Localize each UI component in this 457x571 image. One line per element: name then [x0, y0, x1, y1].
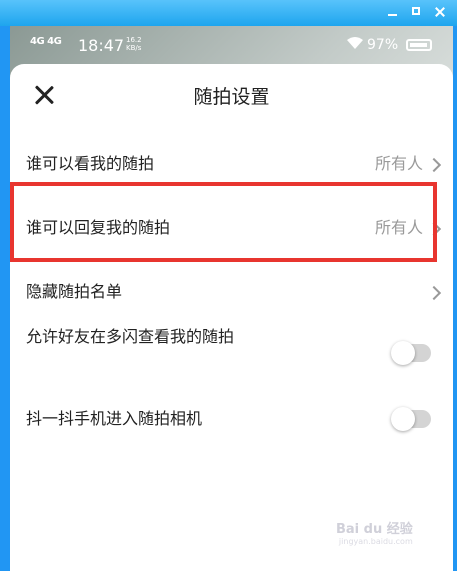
setting-hidden-list[interactable]: 隐藏随拍名单 — [10, 272, 453, 312]
setting-label: 隐藏随拍名单 — [26, 282, 123, 301]
wifi-icon — [346, 36, 364, 54]
network-speed-value: 16.2 — [126, 36, 142, 44]
signal-indicator: 4G 4G — [30, 36, 62, 47]
chevron-right-icon — [426, 285, 442, 301]
clock: 18:47 — [78, 36, 125, 55]
setting-who-can-view[interactable]: 谁可以看我的随拍 所有人 — [10, 144, 453, 184]
battery-percent: 97% — [367, 37, 399, 53]
setting-who-can-reply[interactable]: 谁可以回复我的随拍 所有人 — [10, 208, 453, 248]
setting-label: 抖一抖手机进入随拍相机 — [26, 409, 203, 428]
minimize-icon[interactable] — [385, 5, 401, 19]
setting-label: 谁可以回复我的随拍 — [26, 218, 171, 237]
setting-shake-camera: 抖一抖手机进入随拍相机 — [10, 399, 453, 439]
chevron-right-icon — [426, 221, 442, 237]
setting-value: 所有人 — [374, 154, 423, 173]
chevron-right-icon — [426, 157, 442, 173]
battery-icon — [406, 39, 432, 51]
watermark: Bai du 经验 jingyan.baidu.com — [336, 518, 413, 546]
window-titlebar — [0, 0, 457, 26]
allow-duoshan-toggle[interactable] — [391, 341, 431, 365]
maximize-icon[interactable] — [409, 5, 425, 19]
shake-camera-toggle[interactable] — [391, 407, 431, 431]
phone-screen: 4G 4G 18:47 16.2 KB/s 97% 随拍设置 谁可以看我的随拍 … — [10, 26, 453, 571]
setting-value: 所有人 — [374, 218, 423, 237]
setting-allow-duoshan: 允许好友在多闪查看我的随拍 — [10, 320, 453, 378]
settings-sheet: 随拍设置 谁可以看我的随拍 所有人 谁可以回复我的随拍 所有人 隐藏随拍名单 允… — [10, 64, 453, 571]
page-title: 随拍设置 — [193, 86, 270, 108]
network-speed-unit: KB/s — [126, 44, 142, 52]
setting-label: 谁可以看我的随拍 — [26, 154, 155, 173]
network-speed: 16.2 KB/s — [126, 36, 142, 52]
watermark-url: jingyan.baidu.com — [338, 537, 413, 546]
setting-label: 允许好友在多闪查看我的随拍 — [26, 327, 235, 346]
status-bar: 4G 4G 18:47 16.2 KB/s 97% — [10, 26, 453, 64]
watermark-logo: Bai du 经验 — [336, 522, 413, 537]
close-icon[interactable] — [432, 5, 448, 19]
